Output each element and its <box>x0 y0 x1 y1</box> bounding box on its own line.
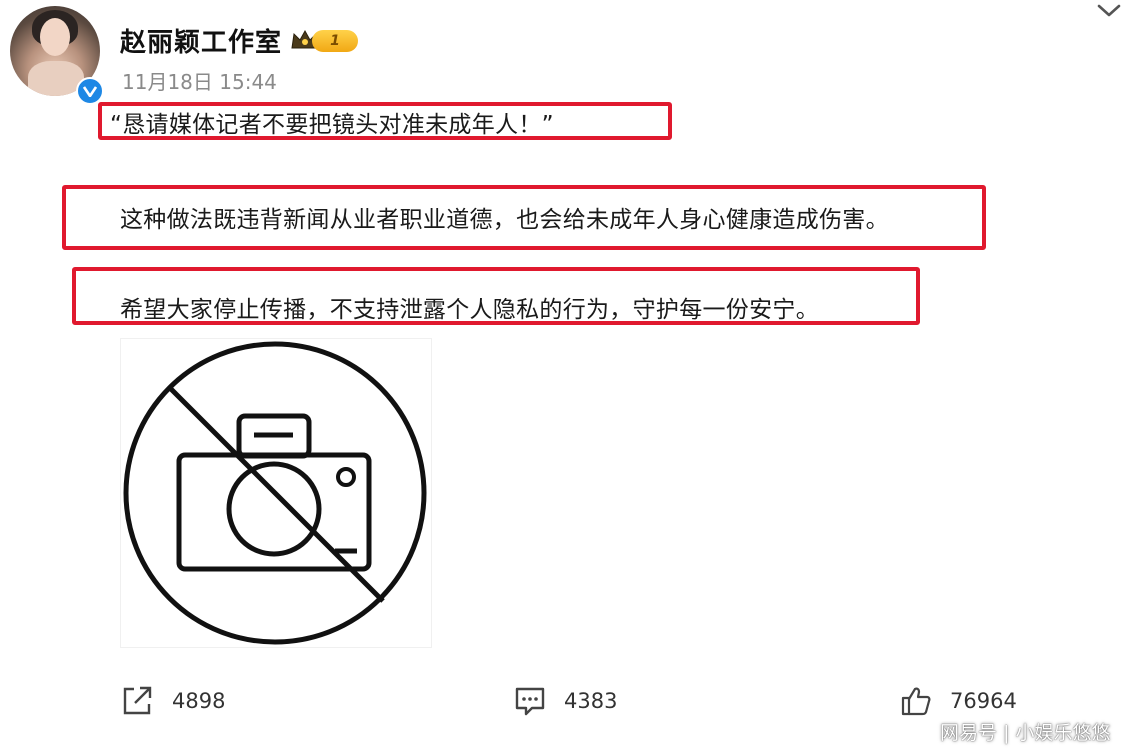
repost-icon <box>123 686 152 715</box>
comment-icon <box>515 687 545 716</box>
like-count: 76964 <box>950 689 1017 713</box>
member-badge[interactable]: 1 <box>290 24 362 54</box>
repost-button[interactable]: 4898 <box>120 684 225 718</box>
watermark: 网易号 | 小娱乐悠悠 <box>940 722 1111 744</box>
post-timestamp[interactable]: 11月18日 15:44 <box>122 66 277 95</box>
chevron-down-icon[interactable] <box>1094 0 1124 22</box>
post-text-line-1: “恳请媒体记者不要把镜头对准未成年人！” <box>110 112 554 138</box>
verified-icon <box>76 77 104 105</box>
comment-button[interactable]: 4383 <box>514 684 617 718</box>
avatar-face <box>40 18 70 56</box>
repost-count: 4898 <box>172 689 226 713</box>
post-text-line-3: 希望大家停止传播，不支持泄露个人隐私的行为，守护每一份安宁。 <box>120 297 819 323</box>
post-text-line-2: 这种做法既违背新闻从业者职业道德，也会给未成年人身心健康造成伤害。 <box>120 207 889 233</box>
level-badge: 1 <box>312 30 358 52</box>
comment-count: 4383 <box>564 689 618 713</box>
no-camera-icon <box>123 341 427 645</box>
like-icon <box>901 687 931 716</box>
like-button[interactable]: 76964 <box>900 684 1017 718</box>
author-name[interactable]: 赵丽颖工作室 <box>120 22 282 59</box>
post-image[interactable] <box>120 338 432 648</box>
